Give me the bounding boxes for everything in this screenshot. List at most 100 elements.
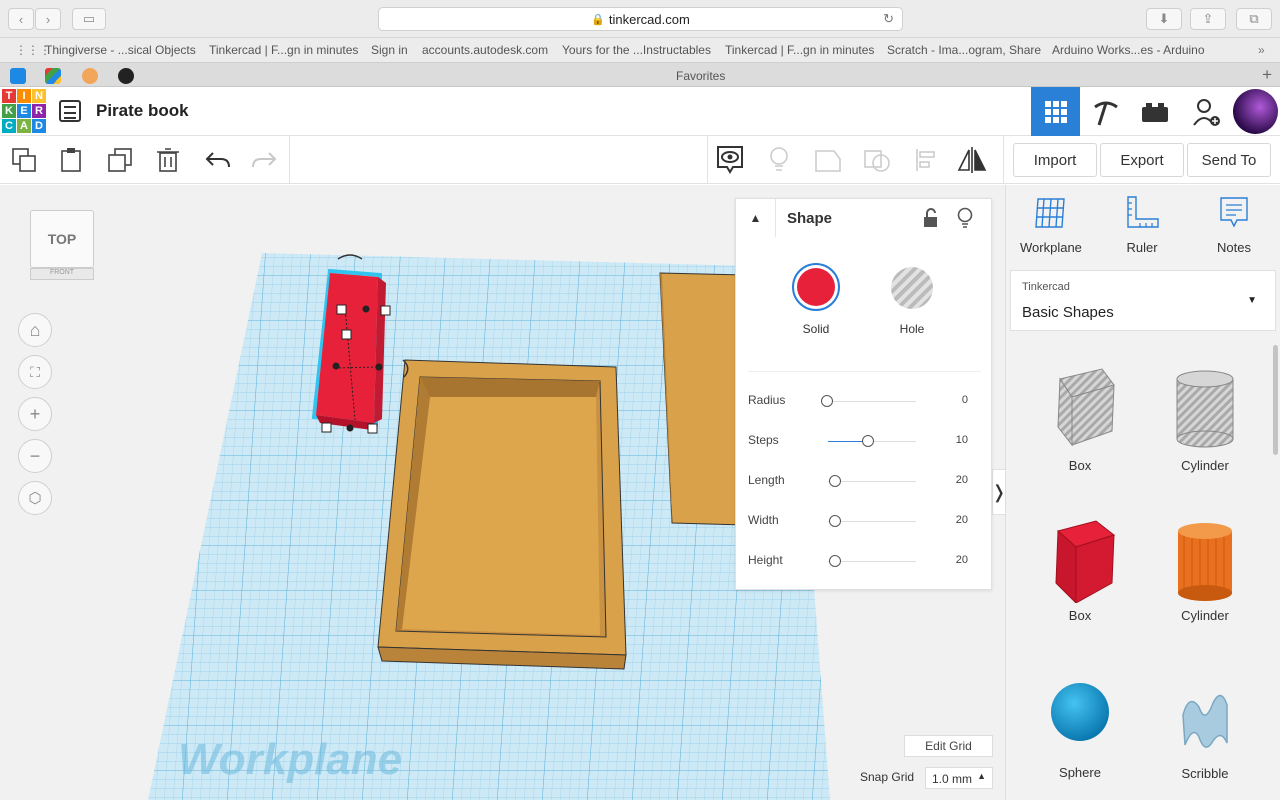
param-value[interactable]: 10 xyxy=(956,434,968,446)
user-avatar[interactable] xyxy=(1233,89,1278,134)
param-slider-knob[interactable] xyxy=(829,475,841,487)
shape-scribble[interactable]: Scribble xyxy=(1150,685,1260,781)
share-button[interactable]: ⇪ xyxy=(1190,8,1226,30)
align-button[interactable] xyxy=(910,144,942,176)
perspective-button[interactable]: ⬡ xyxy=(18,481,52,515)
param-row-steps[interactable]: Steps 10 xyxy=(748,431,983,451)
sidebar-toggle-button[interactable]: ▭ xyxy=(72,8,106,30)
mirror-button[interactable] xyxy=(956,144,988,176)
param-slider-track[interactable] xyxy=(828,521,916,522)
group-button[interactable] xyxy=(812,144,844,176)
show-hide-button[interactable] xyxy=(714,144,746,176)
param-slider-knob[interactable] xyxy=(829,555,841,567)
snap-grid-select[interactable]: 1.0 mm ▲ xyxy=(925,767,993,789)
bookmark[interactable]: Sign in xyxy=(371,43,408,57)
hint-button[interactable] xyxy=(956,207,974,229)
library-select[interactable]: Tinkercad Basic Shapes ▼ xyxy=(1010,270,1276,331)
fit-view-button[interactable]: ⛶ xyxy=(18,355,52,389)
more-bookmarks-icon[interactable]: » xyxy=(1258,43,1265,57)
blocks-button[interactable] xyxy=(1081,87,1130,136)
param-slider-knob[interactable] xyxy=(821,395,833,407)
param-value[interactable]: 20 xyxy=(956,514,968,526)
shape-label: Box xyxy=(1068,458,1092,473)
shape-cylinder-solid[interactable]: Cylinder xyxy=(1150,517,1260,623)
notes-tool-button[interactable]: Notes xyxy=(1204,195,1264,255)
tabs-overview-button[interactable]: ⧉ xyxy=(1236,8,1272,30)
bookmark[interactable]: Yours for the ...Instructables xyxy=(562,43,711,57)
paste-button[interactable] xyxy=(55,144,87,176)
shape-cylinder-hole[interactable]: Cylinder xyxy=(1150,365,1260,473)
solid-swatch-button[interactable] xyxy=(792,263,840,311)
lightbulb-button[interactable] xyxy=(763,144,795,176)
bricks-button[interactable] xyxy=(1130,87,1179,136)
shape-sphere[interactable]: Sphere xyxy=(1025,680,1135,780)
param-row-width[interactable]: Width 20 xyxy=(748,511,983,531)
workplane-tool-button[interactable]: Workplane xyxy=(1020,195,1082,255)
address-bar[interactable]: 🔒 tinkercad.com ↻ xyxy=(378,7,903,31)
param-value[interactable]: 0 xyxy=(962,394,968,406)
collapse-inspector-button[interactable]: ▲ xyxy=(736,199,776,237)
scratch-tab-icon[interactable] xyxy=(82,68,98,84)
bookmark[interactable]: Tinkercad | F...gn in minutes xyxy=(209,43,358,57)
param-row-radius[interactable]: Radius 0 xyxy=(748,391,983,411)
tinkercad-logo-tab-icon[interactable] xyxy=(45,68,61,84)
param-row-length[interactable]: Length 20 xyxy=(748,471,983,491)
import-button[interactable]: Import xyxy=(1013,143,1097,177)
param-value[interactable]: 20 xyxy=(956,474,968,486)
send-to-button[interactable]: Send To xyxy=(1187,143,1271,177)
zoom-out-button[interactable]: − xyxy=(18,439,52,473)
invite-user-button[interactable] xyxy=(1181,87,1230,136)
tinkercad-tab-icon[interactable] xyxy=(10,68,26,84)
add-user-icon xyxy=(1192,98,1220,126)
duplicate-button[interactable] xyxy=(104,144,136,176)
param-row-height[interactable]: Height 20 xyxy=(748,551,983,571)
shape-box-hole[interactable]: Box xyxy=(1025,365,1135,473)
book-box-shape[interactable] xyxy=(377,359,627,670)
ungroup-button[interactable] xyxy=(861,144,893,176)
box-hole-icon xyxy=(1057,368,1115,447)
view-cube-front[interactable]: FRONT xyxy=(30,268,94,280)
favorites-tab-title[interactable]: Favorites xyxy=(676,69,725,83)
param-slider-knob[interactable] xyxy=(862,435,874,447)
duplicate-icon xyxy=(108,148,132,172)
edit-grid-button[interactable]: Edit Grid xyxy=(904,735,993,757)
project-title[interactable]: Pirate book xyxy=(96,101,189,121)
download-button[interactable]: ⬇ xyxy=(1146,8,1182,30)
undo-button[interactable] xyxy=(202,144,234,176)
ruler-tool-button[interactable]: Ruler xyxy=(1112,195,1172,255)
param-value[interactable]: 20 xyxy=(956,554,968,566)
view-cube-top[interactable]: TOP xyxy=(30,210,94,268)
new-tab-button[interactable]: + xyxy=(1262,65,1272,85)
bookmark[interactable]: Thingiverse - ...sical Objects xyxy=(45,43,196,57)
reload-icon[interactable]: ↻ xyxy=(883,11,894,27)
bookmark[interactable]: Scratch - Ima...ogram, Share xyxy=(887,43,1041,57)
delete-button[interactable] xyxy=(152,144,184,176)
view-cube[interactable]: TOP FRONT xyxy=(30,210,94,280)
bookmark[interactable]: Arduino Works...es - Arduino xyxy=(1052,43,1205,57)
url-text: tinkercad.com xyxy=(608,11,690,27)
tinkercad-logo[interactable]: T I N K E R C A D xyxy=(2,89,46,133)
param-slider-track[interactable] xyxy=(828,401,916,402)
menu-list-icon[interactable] xyxy=(59,100,81,122)
param-slider-knob[interactable] xyxy=(829,515,841,527)
copy-button[interactable] xyxy=(8,144,40,176)
lock-button[interactable] xyxy=(922,208,940,228)
lid-shape[interactable] xyxy=(659,272,746,526)
zoom-in-button[interactable]: + xyxy=(18,397,52,431)
export-button[interactable]: Export xyxy=(1100,143,1184,177)
bookmarks-bar: ⋮⋮⋮ Thingiverse - ...sical Objects Tinke… xyxy=(0,38,1280,62)
param-slider-track[interactable] xyxy=(828,481,916,482)
instructables-tab-icon[interactable] xyxy=(118,68,134,84)
home-view-button[interactable]: ⌂ xyxy=(18,313,52,347)
forward-button[interactable]: › xyxy=(35,8,61,30)
shape-box-solid[interactable]: Box xyxy=(1025,517,1135,623)
bookmark[interactable]: Tinkercad | F...gn in minutes xyxy=(725,43,874,57)
panel-scrollbar[interactable] xyxy=(1273,345,1278,455)
3d-view-button[interactable] xyxy=(1031,87,1080,136)
hole-swatch-button[interactable] xyxy=(891,267,933,309)
collapse-panel-button[interactable]: ❭ xyxy=(991,469,1005,515)
bookmark[interactable]: accounts.autodesk.com xyxy=(422,43,548,57)
param-slider-track[interactable] xyxy=(828,561,916,562)
back-button[interactable]: ‹ xyxy=(8,8,34,30)
redo-button[interactable] xyxy=(248,144,280,176)
